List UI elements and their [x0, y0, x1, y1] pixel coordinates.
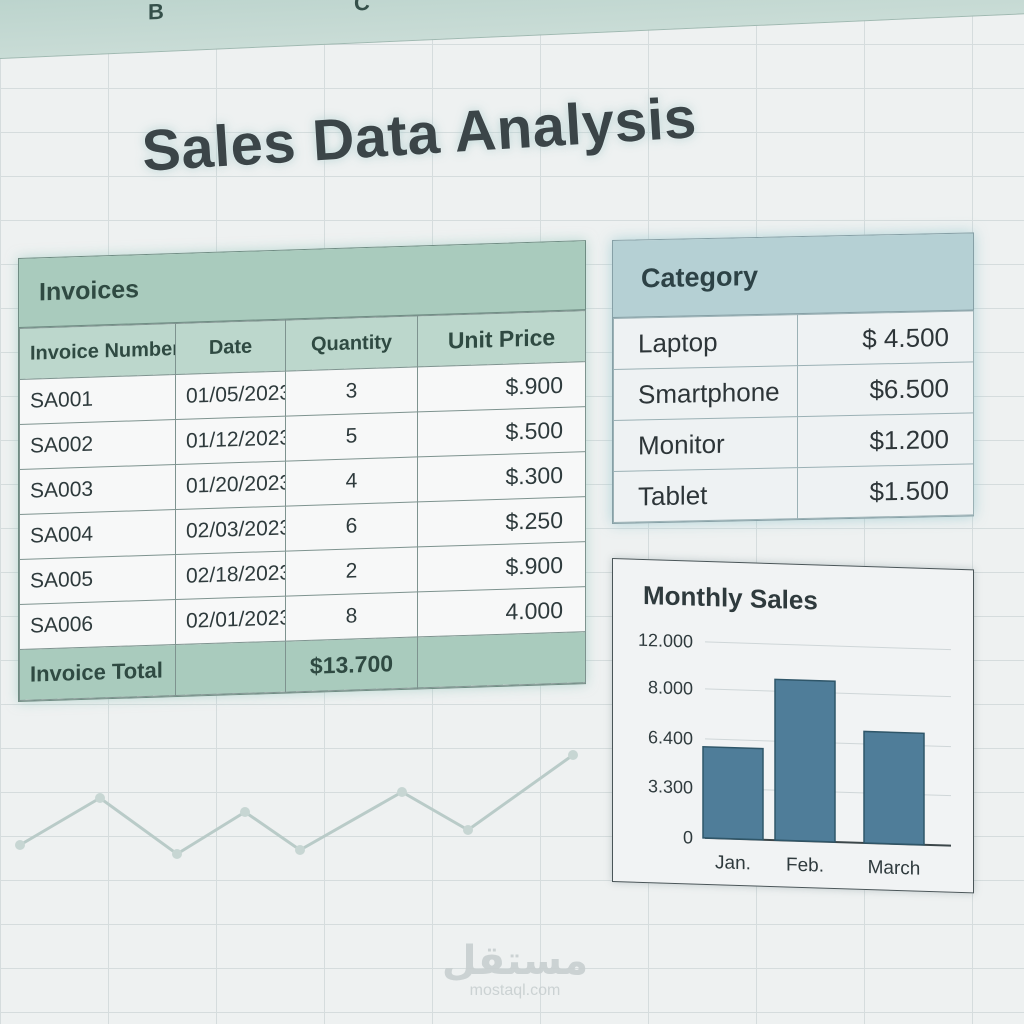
invoice-quantity-cell[interactable]: 4	[285, 456, 418, 507]
category-body: Laptop $ 4.500 Smartphone $6.500 Monitor $1.2…	[613, 310, 974, 523]
category-row: Monitor $1.200	[613, 412, 974, 472]
invoice-date-cell[interactable]: 02/18/2023	[175, 551, 286, 600]
invoice-unit-price-cell[interactable]: $.900	[417, 541, 586, 592]
invoice-total-label[interactable]: Invoice Total	[19, 644, 176, 701]
invoice-number-cell[interactable]: SA006	[19, 599, 176, 650]
chart-bar-march[interactable]	[863, 730, 925, 846]
invoice-date-cell[interactable]: 02/01/2023	[175, 596, 286, 645]
category-name-cell[interactable]: Laptop	[613, 314, 798, 370]
category-row: Laptop $ 4.500	[613, 310, 974, 370]
category-value-cell[interactable]: $1.500	[797, 463, 974, 519]
column-unit-price[interactable]: Unit Price	[417, 310, 586, 367]
invoice-total-empty[interactable]	[175, 641, 286, 696]
category-value-cell[interactable]: $1.200	[797, 412, 974, 468]
category-table: Category Laptop $ 4.500 Smartphone $6.500 Mo…	[612, 232, 974, 524]
column-header-b[interactable]: B	[148, 0, 164, 26]
invoice-total-value[interactable]: $13.700	[285, 636, 418, 693]
invoice-quantity-cell[interactable]: 6	[285, 501, 418, 552]
category-name-cell[interactable]: Tablet	[613, 467, 798, 523]
category-value-cell[interactable]: $6.500	[797, 361, 974, 417]
invoice-quantity-cell[interactable]: 3	[285, 366, 418, 417]
watermark-arabic: مستقل	[441, 939, 589, 983]
monthly-sales-chart: 12.000 8.000 6.400 3.300 0 Jan. Feb. March Mont…	[612, 558, 974, 894]
y-tick-label: 3.300	[648, 776, 693, 797]
y-tick-label: 12.000	[638, 630, 693, 652]
category-name-cell[interactable]: Monitor	[613, 416, 798, 472]
invoice-number-cell[interactable]: SA002	[19, 419, 176, 470]
invoice-quantity-cell[interactable]: 5	[285, 411, 418, 462]
invoice-quantity-cell[interactable]: 8	[285, 591, 418, 642]
invoice-unit-price-cell[interactable]: $.250	[417, 496, 586, 547]
y-tick-label: 8.000	[648, 677, 693, 698]
category-row: Smartphone $6.500	[613, 361, 974, 421]
chart-title: Monthly Sales	[643, 579, 818, 616]
category-value-cell[interactable]: $ 4.500	[797, 310, 974, 366]
invoice-total-empty[interactable]	[417, 631, 586, 688]
watermark-url: mostaql.com	[469, 982, 561, 999]
column-date[interactable]: Date	[175, 320, 286, 375]
invoice-unit-price-cell[interactable]: $.300	[417, 451, 586, 502]
invoice-unit-price-cell[interactable]: 4.000	[417, 586, 586, 637]
watermark-logo: مستقل mostaql.com	[440, 940, 590, 1000]
invoices-table: Invoices Invoice Number Date Quantity Un…	[18, 240, 586, 702]
category-name-cell[interactable]: Smartphone	[613, 365, 798, 421]
x-tick-label: Jan.	[715, 852, 751, 874]
invoice-unit-price-cell[interactable]: $.500	[417, 406, 586, 457]
invoice-number-cell[interactable]: SA001	[19, 374, 176, 425]
chart-bar-jan[interactable]	[702, 745, 764, 841]
column-invoice-number[interactable]: Invoice Number	[19, 323, 176, 380]
invoice-quantity-cell[interactable]: 2	[285, 546, 418, 597]
invoice-date-cell[interactable]: 02/03/2023	[175, 506, 286, 555]
invoice-unit-price-cell[interactable]: $.900	[417, 361, 586, 412]
y-tick-label: 0	[683, 827, 693, 847]
invoice-number-cell[interactable]: SA004	[19, 509, 176, 560]
invoices-grid: Invoice Number Date Quantity Unit Price …	[19, 310, 586, 701]
invoices-body: SA001 01/05/2023 3 $.900 SA002 01/12/2023 5 $.5…	[19, 361, 586, 650]
invoice-number-cell[interactable]: SA005	[19, 554, 176, 605]
chart-gridline	[705, 641, 951, 651]
category-header: Category	[613, 233, 973, 318]
chart-bar-feb[interactable]	[774, 678, 836, 843]
y-tick-label: 6.400	[648, 727, 693, 748]
category-row: Tablet $1.500	[613, 463, 974, 523]
invoice-date-cell[interactable]: 01/20/2023	[175, 461, 286, 510]
invoice-number-cell[interactable]: SA003	[19, 464, 176, 515]
invoice-date-cell[interactable]: 01/12/2023	[175, 416, 286, 465]
invoice-date-cell[interactable]: 01/05/2023	[175, 371, 286, 420]
column-header-c[interactable]: C	[354, 0, 370, 17]
column-quantity[interactable]: Quantity	[285, 315, 418, 372]
x-tick-label: March	[868, 857, 921, 880]
category-grid: Laptop $ 4.500 Smartphone $6.500 Monitor $1.2…	[613, 310, 974, 523]
decorative-trend-line	[15, 750, 578, 859]
x-tick-label: Feb.	[786, 854, 824, 876]
